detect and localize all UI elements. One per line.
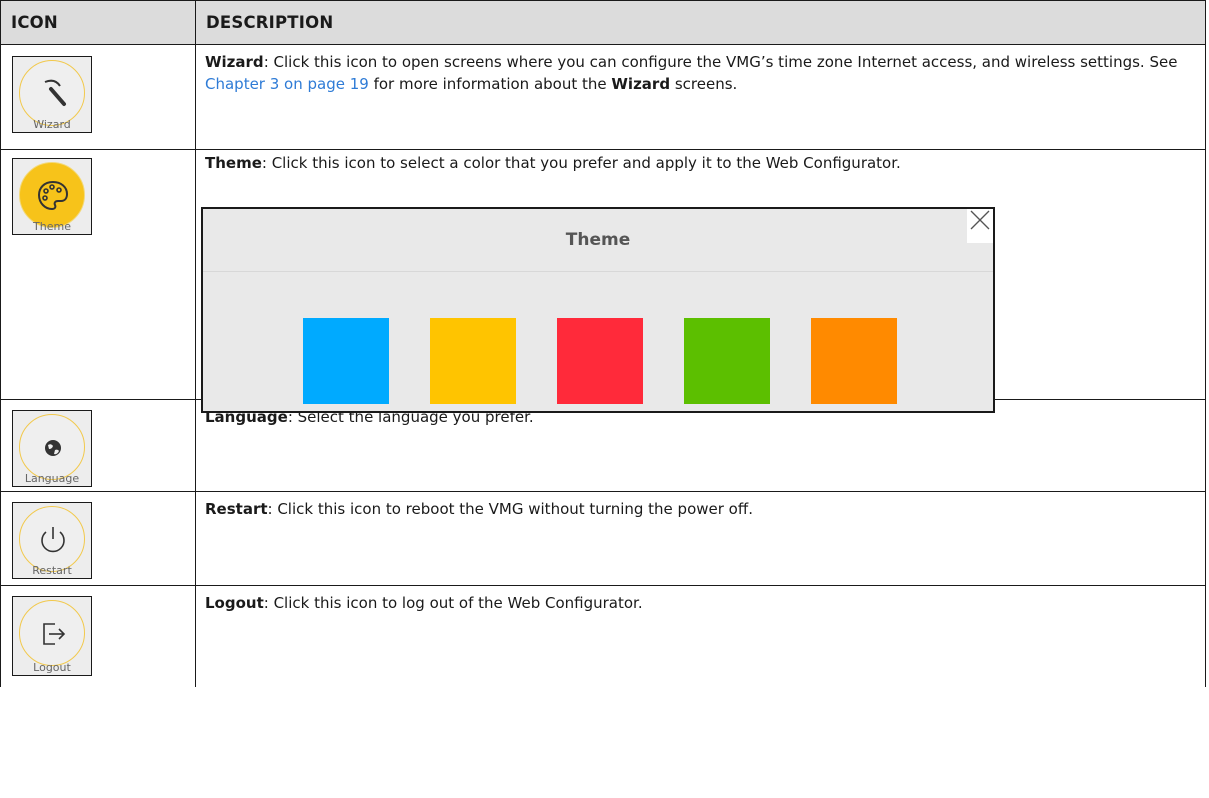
table-header-row: ICON DESCRIPTION [0, 0, 1206, 45]
logout-caption: Logout [33, 661, 71, 674]
term-theme: Theme [205, 154, 262, 172]
wizard-text-3: screens. [670, 75, 738, 93]
swatch-yellow[interactable] [430, 318, 516, 404]
wizard-button[interactable]: Wizard [12, 56, 92, 133]
icon-ring [19, 162, 85, 228]
table-row-language: Language Language: Select the language y… [0, 399, 1206, 492]
logout-text: : Click this icon to log out of the Web … [263, 594, 643, 612]
icon-ring [19, 414, 85, 480]
icon-cell-restart: Restart [0, 491, 196, 586]
description-logout: Logout: Click this icon to log out of th… [195, 585, 1206, 687]
description-restart: Restart: Click this icon to reboot the V… [195, 491, 1206, 586]
header-description: DESCRIPTION [195, 0, 1206, 45]
swatch-orange[interactable] [811, 318, 897, 404]
wizard-text-1: : Click this icon to open screens where … [263, 53, 1178, 71]
table-row-restart: Restart Restart: Click this icon to rebo… [0, 491, 1206, 586]
language-caption: Language [24, 472, 80, 485]
wizard-caption: Wizard [33, 118, 71, 131]
logout-icon [20, 601, 86, 667]
language-button[interactable]: Language [12, 410, 92, 487]
theme-dialog-title: Theme [565, 230, 631, 250]
theme-dialog: Theme [201, 207, 995, 413]
swatch-green[interactable] [684, 318, 770, 404]
restart-button[interactable]: Restart [12, 502, 92, 579]
term-wizard: Wizard [205, 53, 264, 71]
icon-ring [19, 60, 85, 126]
icon-ring [19, 600, 85, 666]
restart-caption: Restart [32, 564, 72, 577]
swatch-red[interactable] [557, 318, 643, 404]
close-icon[interactable] [967, 209, 993, 243]
header-icon: ICON [0, 0, 196, 45]
theme-caption: Theme [33, 220, 71, 233]
table-row-logout: Logout Logout: Click this icon to log ou… [0, 585, 1206, 687]
chapter-link[interactable]: Chapter 3 on page 19 [205, 75, 369, 93]
theme-button[interactable]: Theme [12, 158, 92, 235]
restart-text: : Click this icon to reboot the VMG with… [267, 500, 753, 518]
icon-cell-logout: Logout [0, 585, 196, 687]
description-language: Language: Select the language you prefer… [195, 399, 1206, 492]
term-logout: Logout [205, 594, 264, 612]
icon-ring [19, 506, 85, 572]
theme-text: : Click this icon to select a color that… [261, 154, 901, 172]
swatch-blue[interactable] [303, 318, 389, 404]
wizard-text-2: for more information about the [368, 75, 612, 93]
description-wizard: Wizard: Click this icon to open screens … [195, 44, 1206, 150]
table-row-wizard: Wizard Wizard: Click this icon to open s… [0, 44, 1206, 150]
logout-button[interactable]: Logout [12, 596, 92, 676]
icon-cell-wizard: Wizard [0, 44, 196, 150]
term-wizard-2: Wizard [611, 75, 671, 93]
theme-dialog-header: Theme [203, 209, 993, 272]
term-restart: Restart [205, 500, 268, 518]
icon-cell-theme: Theme [0, 149, 196, 400]
icon-cell-language: Language [0, 399, 196, 492]
